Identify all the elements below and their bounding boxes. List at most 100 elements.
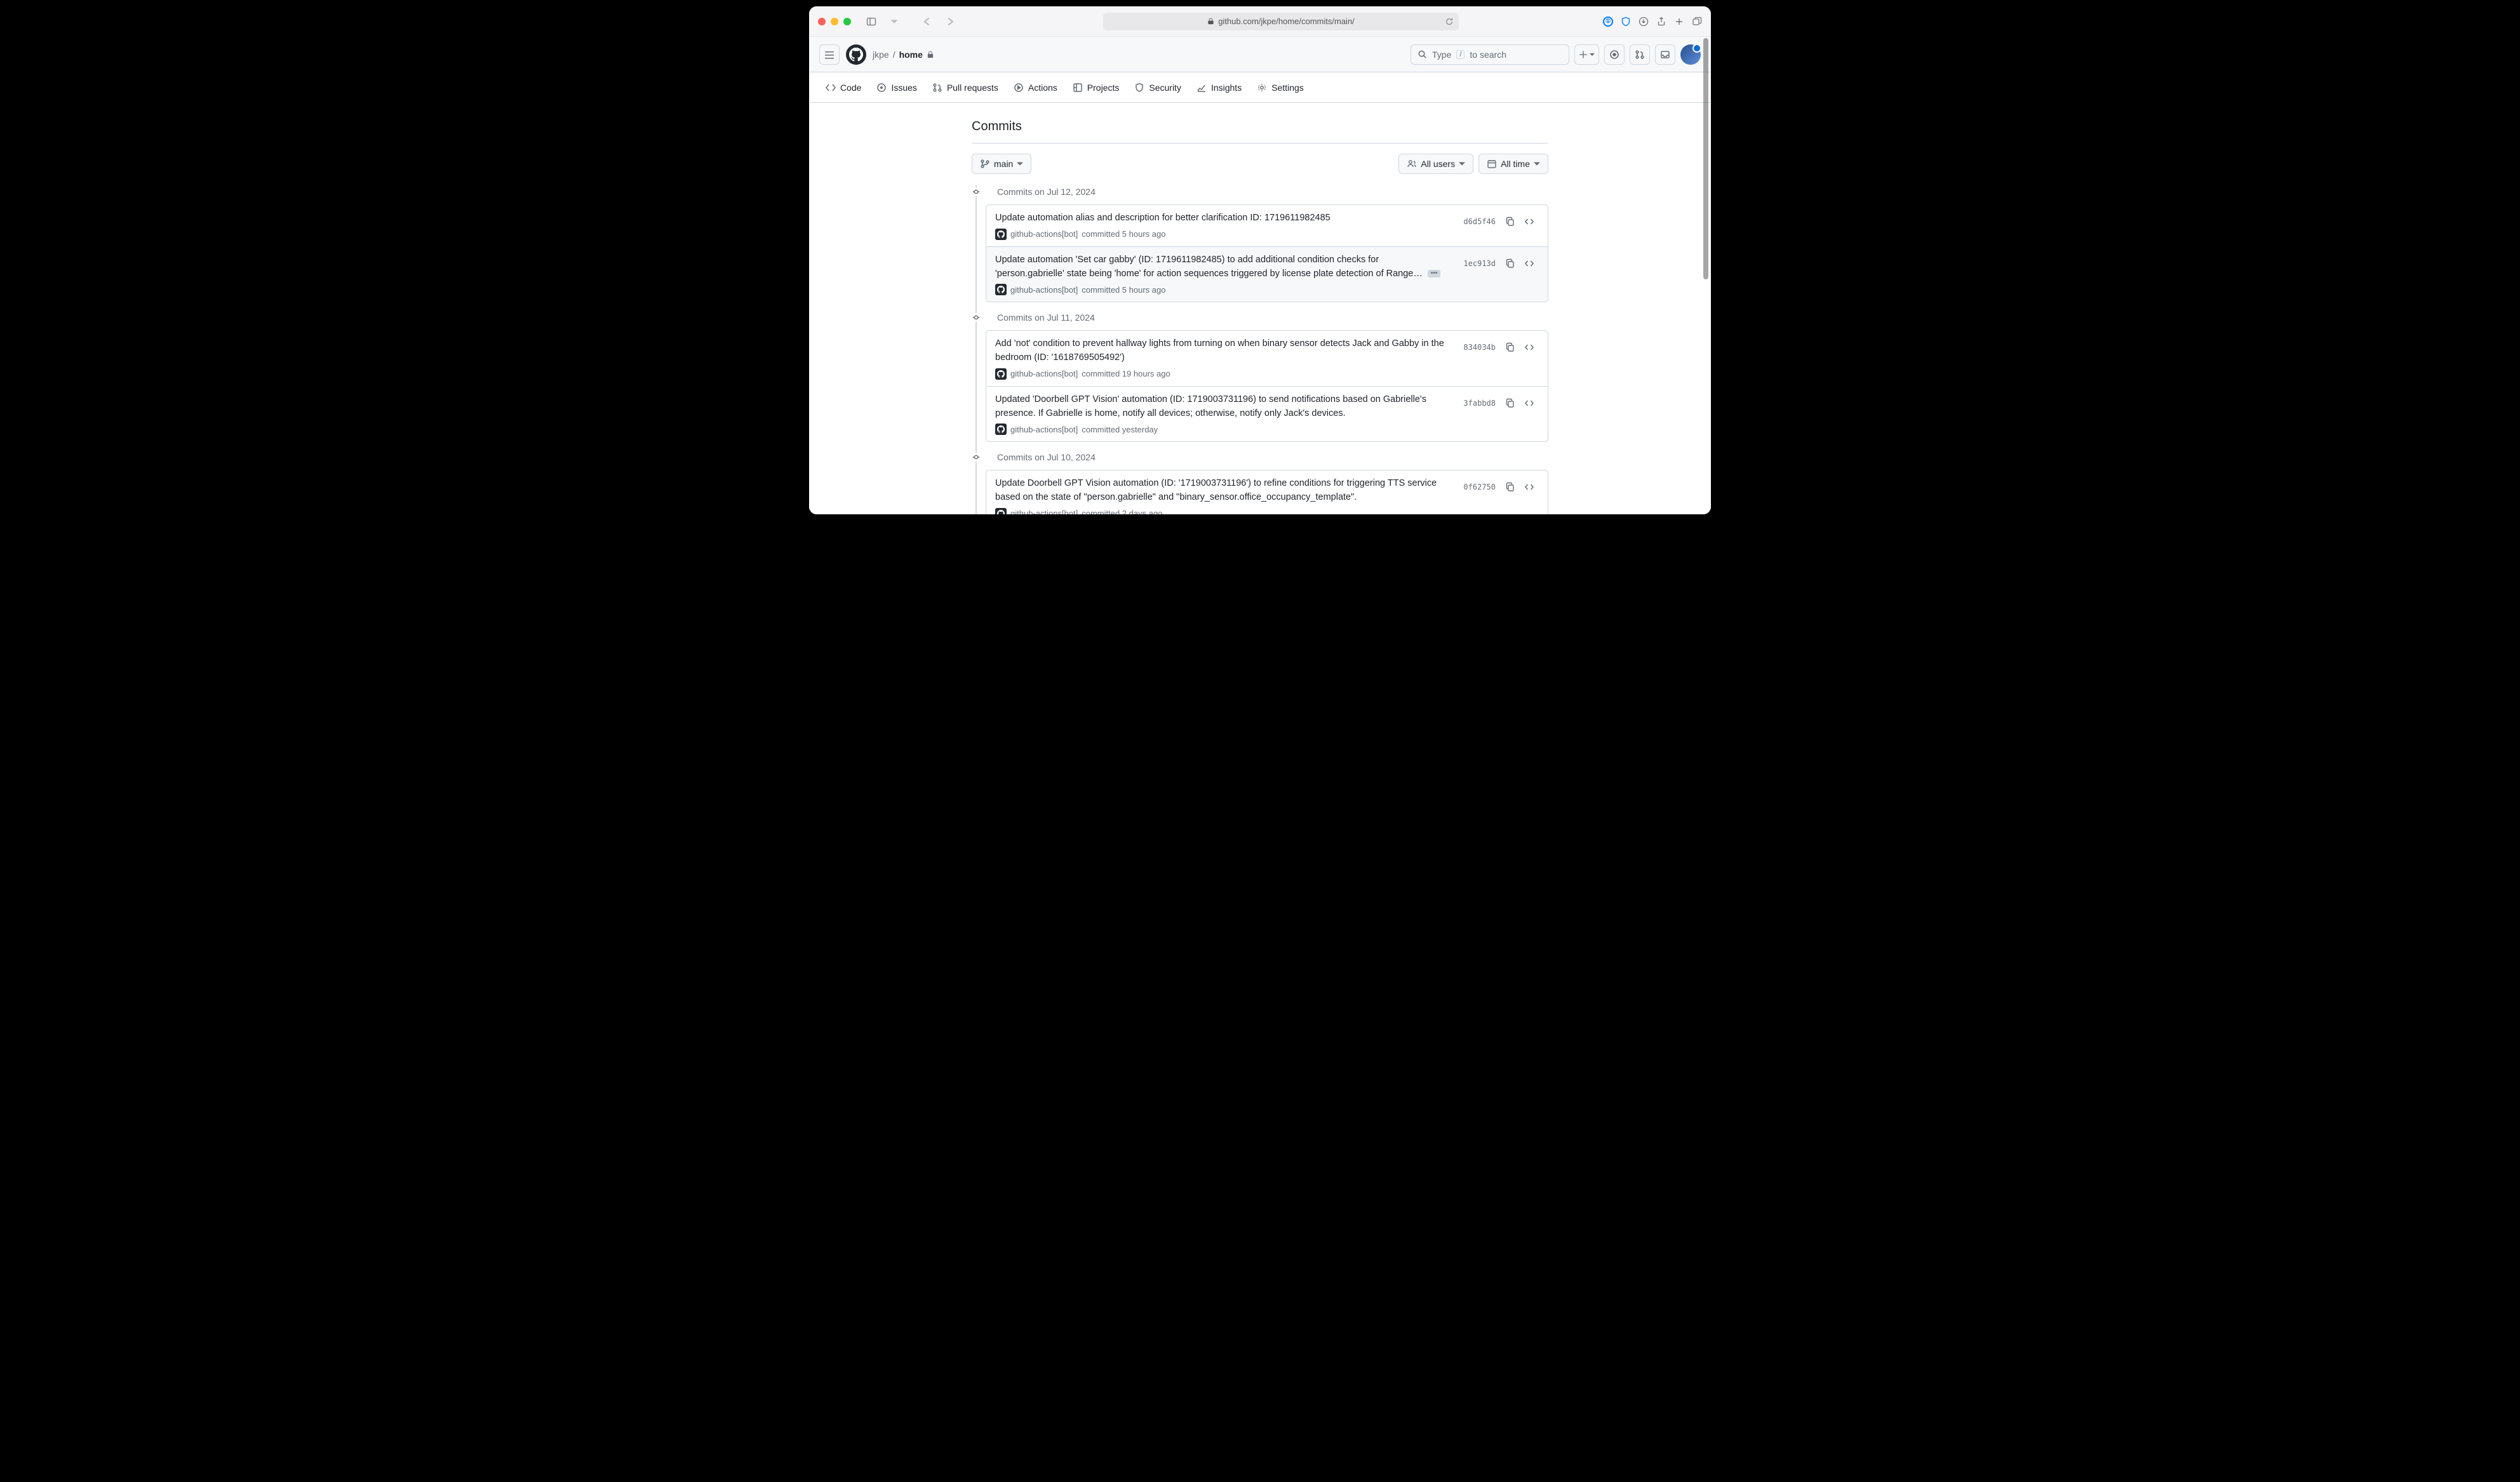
commit-author[interactable]: github-actions[bot] (1010, 229, 1078, 239)
copy-sha-button[interactable] (1501, 255, 1520, 272)
author-avatar[interactable] (995, 368, 1007, 380)
time-filter-button[interactable]: All time (1478, 154, 1548, 174)
browse-code-button[interactable] (1520, 338, 1539, 356)
scrollbar[interactable] (1701, 38, 1710, 513)
project-icon (1073, 83, 1083, 93)
commit-meta: github-actions[bot]committed 19 hours ag… (995, 368, 1449, 380)
back-button[interactable] (918, 14, 936, 29)
forward-button[interactable] (941, 14, 959, 29)
calendar-icon (1487, 159, 1497, 169)
commit-dot-icon (972, 187, 981, 196)
tab-actions[interactable]: Actions (1007, 73, 1064, 102)
hamburger-menu-button[interactable] (819, 44, 840, 65)
commit-title[interactable]: Update Doorbell GPT Vision automation (I… (995, 477, 1449, 505)
breadcrumb-repo[interactable]: home (899, 50, 923, 60)
author-avatar[interactable] (995, 508, 1007, 514)
tabs-overview-icon[interactable] (1692, 17, 1702, 27)
copy-sha-button[interactable] (1501, 338, 1520, 356)
private-lock-icon (927, 51, 934, 58)
commit-title[interactable]: Updated 'Doorbell GPT Vision' automation… (995, 393, 1449, 421)
breadcrumb-owner[interactable]: jkpe (873, 50, 889, 60)
pr-icon (932, 83, 942, 93)
commit-item: Add 'not' condition to prevent hallway l… (986, 331, 1548, 387)
commit-author[interactable]: github-actions[bot] (1010, 369, 1078, 378)
create-new-dropdown[interactable] (1574, 44, 1599, 65)
1password-icon[interactable]: ① (1603, 17, 1613, 27)
maximize-window-button[interactable] (843, 18, 851, 25)
author-avatar[interactable] (995, 284, 1007, 295)
copy-icon (1505, 342, 1515, 352)
browser-toolbar: github.com/jkpe/home/commits/main/ ① (809, 6, 1711, 37)
close-window-button[interactable] (818, 18, 826, 25)
tab-pull-requests[interactable]: Pull requests (926, 73, 1005, 102)
repo-tabs: CodeIssuesPull requestsActionsProjectsSe… (809, 72, 1711, 103)
share-icon[interactable] (1656, 17, 1666, 27)
issue-icon (876, 83, 887, 93)
commit-item: Update Doorbell GPT Vision automation (I… (986, 471, 1548, 514)
lock-icon (1207, 18, 1214, 25)
commit-sha[interactable]: 834034b (1458, 340, 1501, 354)
new-tab-icon[interactable] (1674, 17, 1684, 27)
graph-icon (1196, 83, 1207, 93)
chevron-down-icon (1017, 161, 1023, 167)
copy-sha-button[interactable] (1501, 478, 1520, 496)
tab-group-dropdown[interactable] (885, 14, 903, 29)
url-text: github.com/jkpe/home/commits/main/ (1218, 17, 1355, 26)
chevron-down-icon (1534, 161, 1540, 167)
issues-button[interactable] (1604, 44, 1625, 65)
tab-code[interactable]: Code (819, 73, 868, 102)
commit-meta: github-actions[bot]committed 2 days ago (995, 508, 1449, 514)
sidebar-toggle-button[interactable] (862, 14, 880, 29)
commit-sha[interactable]: 0f62750 (1458, 480, 1501, 494)
commit-meta: github-actions[bot]committed yesterday (995, 424, 1449, 435)
tab-issues[interactable]: Issues (870, 73, 923, 102)
inbox-button[interactable] (1655, 44, 1675, 65)
pull-requests-button[interactable] (1630, 44, 1650, 65)
code-icon (1524, 258, 1534, 269)
commit-title[interactable]: Update automation alias and description … (995, 211, 1449, 225)
commit-date-header: Commits on Jul 12, 2024 (972, 185, 1548, 198)
tab-projects[interactable]: Projects (1066, 73, 1126, 102)
play-icon (1014, 83, 1024, 93)
expand-message-button[interactable]: ••• (1428, 270, 1441, 277)
commit-group: Update automation alias and description … (986, 204, 1548, 302)
copy-sha-button[interactable] (1501, 394, 1520, 412)
tab-settings[interactable]: Settings (1250, 73, 1310, 102)
copy-sha-button[interactable] (1501, 213, 1520, 230)
search-input[interactable]: Type / to search (1411, 44, 1569, 65)
code-icon (1524, 217, 1534, 227)
commit-sha[interactable]: d6d5f46 (1458, 215, 1501, 229)
browse-code-button[interactable] (1520, 394, 1539, 412)
tab-insights[interactable]: Insights (1190, 73, 1248, 102)
downloads-icon[interactable] (1639, 17, 1649, 27)
github-logo[interactable] (846, 44, 866, 65)
browse-code-button[interactable] (1520, 213, 1539, 230)
commit-sha[interactable]: 3fabbd8 (1458, 396, 1501, 410)
url-bar[interactable]: github.com/jkpe/home/commits/main/ (1103, 13, 1459, 30)
branch-selector-button[interactable]: main (972, 154, 1031, 174)
browse-code-button[interactable] (1520, 255, 1539, 272)
tab-security[interactable]: Security (1128, 73, 1188, 102)
commit-title[interactable]: Update automation 'Set car gabby' (ID: 1… (995, 253, 1449, 281)
commit-author[interactable]: github-actions[bot] (1010, 285, 1078, 295)
privacy-shield-icon[interactable] (1621, 17, 1631, 27)
search-shortcut-key: / (1456, 50, 1464, 59)
commit-date-header: Commits on Jul 10, 2024 (972, 451, 1548, 464)
commit-author[interactable]: github-actions[bot] (1010, 425, 1078, 434)
user-avatar[interactable] (1680, 44, 1701, 65)
commit-author[interactable]: github-actions[bot] (1010, 509, 1078, 514)
copy-icon (1505, 258, 1515, 269)
people-icon (1407, 159, 1417, 169)
commit-dot-icon (972, 453, 981, 462)
users-filter-button[interactable]: All users (1398, 154, 1473, 174)
shield-icon (1134, 83, 1144, 93)
author-avatar[interactable] (995, 424, 1007, 435)
commit-title[interactable]: Add 'not' condition to prevent hallway l… (995, 337, 1449, 365)
commit-item: Update automation alias and description … (986, 205, 1548, 247)
reload-icon[interactable] (1445, 17, 1454, 26)
commit-date-header: Commits on Jul 11, 2024 (972, 311, 1548, 324)
commit-sha[interactable]: 1ec913d (1458, 257, 1501, 270)
browse-code-button[interactable] (1520, 478, 1539, 496)
author-avatar[interactable] (995, 229, 1007, 240)
minimize-window-button[interactable] (831, 18, 838, 25)
